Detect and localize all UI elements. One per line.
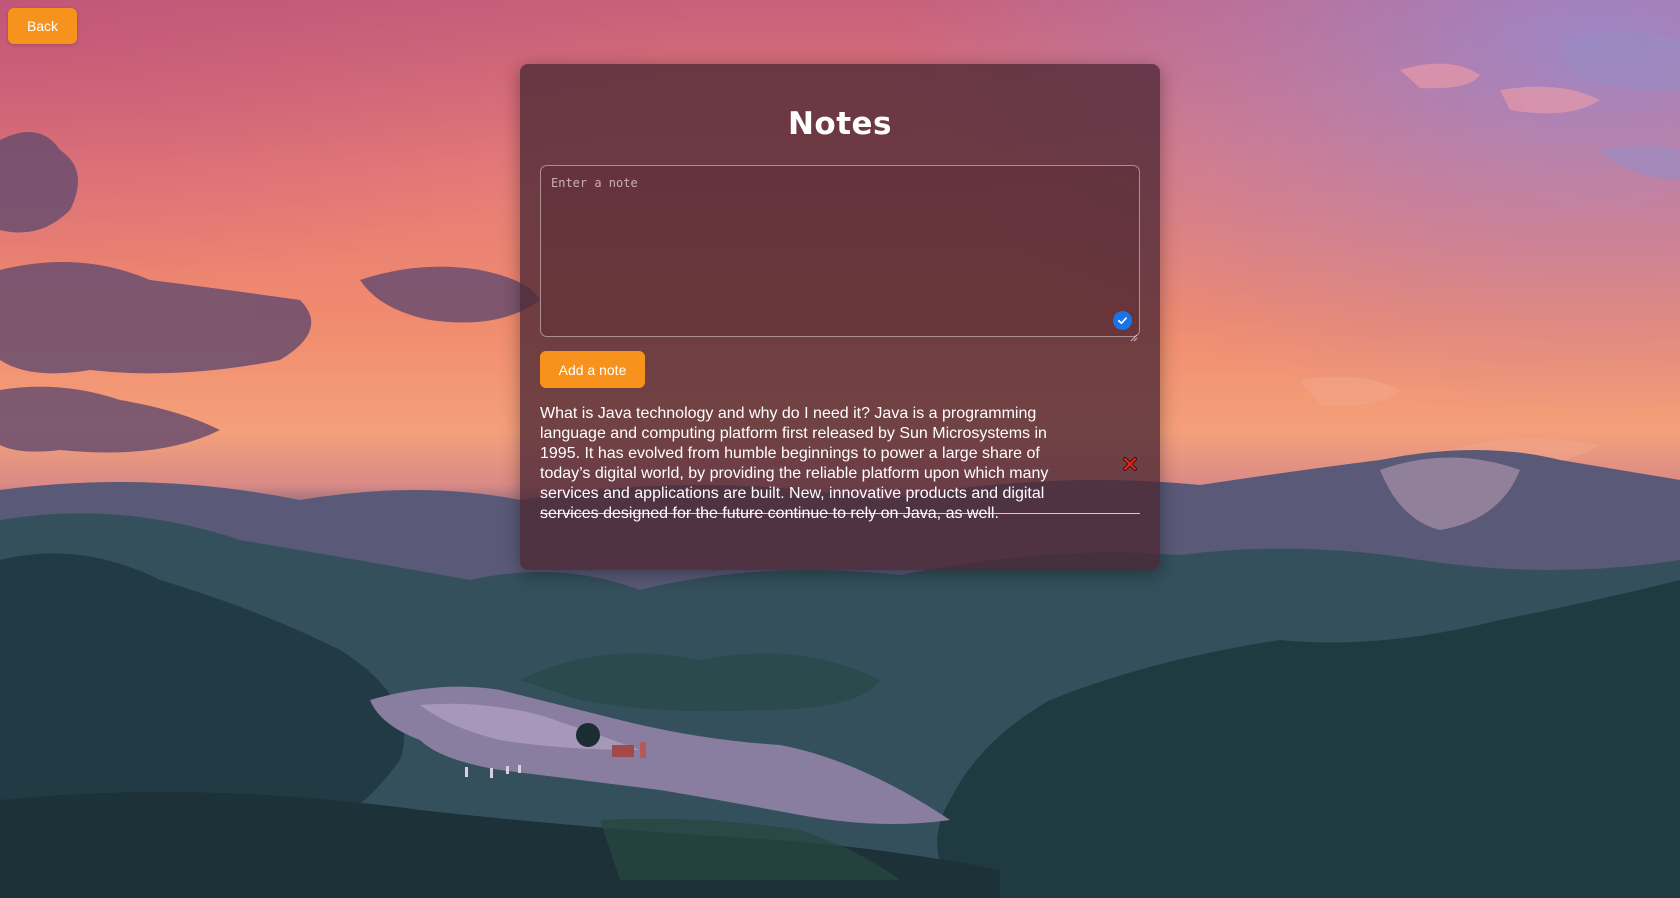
page-title: Notes [787,106,893,142]
notes-panel: Notes Add a note What is Java technology… [520,64,1160,570]
close-x-icon[interactable] [1122,456,1138,472]
resize-grip-icon[interactable] [1130,327,1138,342]
note-input[interactable] [540,165,1140,337]
note-list-item: What is Java technology and why do I nee… [540,404,1140,522]
background-landscape: Back Notes Add a note What is Java techn… [0,0,1680,898]
back-button[interactable]: Back [8,8,77,44]
note-text: What is Java technology and why do I nee… [540,405,1049,522]
add-note-button[interactable]: Add a note [540,351,645,388]
